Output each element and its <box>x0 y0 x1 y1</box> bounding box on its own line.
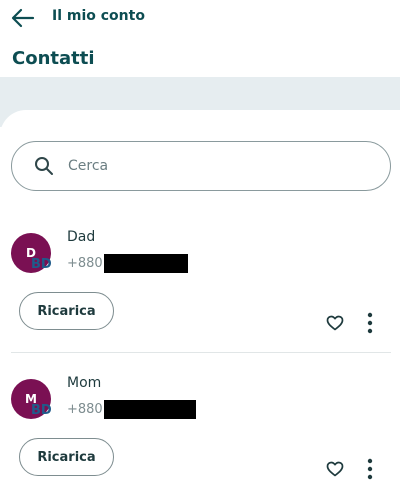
heart-outline-icon <box>326 315 344 331</box>
search-icon <box>34 156 54 176</box>
redacted-phone-number <box>103 400 196 419</box>
search-bar[interactable] <box>11 141 391 191</box>
contact-phone: +880 <box>67 254 188 273</box>
contact-item: D BD Dad +880 Ricarica <box>0 224 400 364</box>
contact-phone: +880 <box>67 400 196 419</box>
redacted-phone-number <box>103 254 188 273</box>
recharge-button[interactable]: Ricarica <box>19 292 114 330</box>
recharge-button[interactable]: Ricarica <box>19 438 114 476</box>
phone-prefix: +880 <box>67 402 103 417</box>
favorite-button[interactable] <box>325 313 345 333</box>
phone-prefix: +880 <box>67 256 103 271</box>
search-input[interactable] <box>68 158 348 174</box>
page-title: Contatti <box>12 48 95 69</box>
heart-outline-icon <box>326 461 344 477</box>
favorite-button[interactable] <box>325 459 345 479</box>
more-options-button[interactable] <box>360 311 380 335</box>
more-vertical-icon <box>367 458 373 480</box>
country-badge: BD <box>31 257 52 272</box>
contact-name: Mom <box>67 375 102 391</box>
contact-item: M BD Mom +880 Ricarica <box>0 370 400 493</box>
back-button[interactable] <box>10 5 36 31</box>
divider <box>11 352 391 353</box>
country-badge: BD <box>31 403 52 418</box>
more-vertical-icon <box>367 312 373 334</box>
top-bar: Il mio conto <box>0 0 400 36</box>
arrow-left-icon <box>11 8 35 28</box>
account-link-title[interactable]: Il mio conto <box>52 8 145 24</box>
contacts-screen: Il mio conto Contatti D BD Dad +880 Rica… <box>0 0 400 493</box>
contact-name: Dad <box>67 229 96 245</box>
more-options-button[interactable] <box>360 457 380 481</box>
